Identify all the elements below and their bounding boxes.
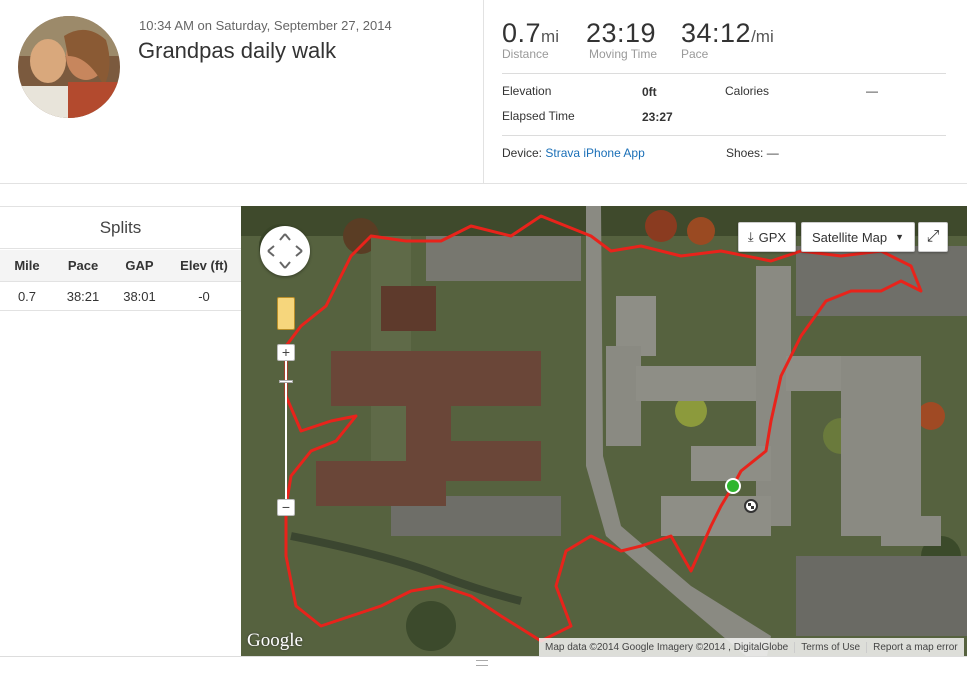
map-type-label: Satellite Map [811, 229, 888, 245]
distance-value: 0.7 [502, 18, 542, 48]
fullscreen-icon: ⤢ [926, 228, 940, 245]
splits-col-pace: Pace [67, 258, 99, 273]
stats-divider [502, 73, 946, 74]
pegman-icon[interactable] [277, 297, 295, 330]
elevation-label: Elevation [502, 84, 552, 98]
activity-page: 10:34 AM on Saturday, September 27, 2014… [0, 0, 967, 676]
pan-arrows-icon [267, 233, 303, 269]
shoes-row: Shoes: — [726, 146, 779, 160]
stat-moving-time: 23:19 Moving Time [586, 18, 657, 61]
activity-header: 10:34 AM on Saturday, September 27, 2014… [0, 0, 967, 184]
fullscreen-button[interactable]: ⤢ [918, 222, 948, 252]
route-map[interactable]: + − ⤓ GPX Satellite Map ▼ ⤢ Google Map d… [241, 206, 967, 656]
splits-col-mile: Mile [14, 258, 40, 273]
calories-label: Calories [725, 84, 770, 98]
splits-panel: Splits Mile Pace GAP Elev (ft) 0.7 38:21… [0, 206, 241, 656]
stat-pace: 34:12/mi Pace [681, 18, 774, 61]
table-row: 0.7 38:21 38:01 -0 [0, 283, 241, 311]
split-mile: 0.7 [17, 289, 37, 304]
distance-label: Distance [502, 47, 549, 61]
gpx-download-button[interactable]: ⤓ GPX [738, 222, 796, 252]
zoom-slider-track[interactable] [285, 344, 287, 504]
splits-col-gap: GAP [125, 258, 154, 273]
pan-control[interactable] [260, 226, 310, 276]
resize-bar[interactable] [0, 656, 967, 676]
split-gap: 38:01 [123, 289, 156, 304]
distance-unit: mi [541, 27, 559, 46]
split-pace: 38:21 [66, 289, 100, 304]
start-marker[interactable] [725, 478, 741, 494]
pace-value: 34:12 [681, 18, 752, 48]
zoom-in-button[interactable]: + [277, 344, 295, 361]
device-label: Device: [502, 146, 543, 160]
splits-header-row: Mile Pace GAP Elev (ft) [0, 250, 241, 282]
stats-panel: 0.7mi Distance 23:19 Moving Time 34:12/m… [483, 0, 967, 184]
pace-label: Pace [681, 47, 709, 61]
shoes-value: — [766, 146, 779, 160]
shoes-label: Shoes: [726, 146, 764, 160]
splits-col-elev: Elev (ft) [180, 258, 228, 273]
stats-divider [502, 135, 946, 136]
athlete-avatar[interactable] [18, 16, 120, 118]
map-type-dropdown[interactable]: Satellite Map ▼ [801, 222, 915, 252]
resize-grip-icon[interactable] [476, 660, 488, 666]
map-attribution-bar: Map data ©2014 Google Imagery ©2014 , Di… [539, 638, 964, 656]
moving-time-value: 23:19 [586, 18, 657, 48]
terms-link[interactable]: Terms of Use [794, 641, 866, 653]
download-icon: ⤓ [747, 229, 754, 244]
zoom-slider-handle[interactable] [279, 380, 293, 383]
zoom-out-button[interactable]: − [277, 499, 295, 516]
elapsed-time-value: 23:27 [642, 110, 673, 124]
caret-down-icon: ▼ [895, 232, 905, 242]
split-elev: -0 [198, 289, 210, 304]
stat-distance: 0.7mi Distance [502, 18, 559, 61]
satellite-imagery [241, 206, 967, 656]
activity-title[interactable]: Grandpas daily walk [138, 38, 336, 64]
activity-datetime: 10:34 AM on Saturday, September 27, 2014 [139, 18, 392, 33]
calories-value: — [866, 84, 878, 98]
google-logo: Google [247, 630, 303, 651]
pace-unit: /mi [751, 27, 774, 46]
moving-time-label: Moving Time [589, 47, 658, 61]
map-attribution: Map data ©2014 Google Imagery ©2014 , Di… [545, 641, 789, 653]
splits-title: Splits [0, 207, 241, 249]
elapsed-time-label: Elapsed Time [502, 109, 575, 123]
report-error-link[interactable]: Report a map error [866, 641, 963, 653]
gpx-label: GPX [758, 229, 787, 245]
device-row: Device: Strava iPhone App [502, 146, 645, 160]
device-link[interactable]: Strava iPhone App [545, 146, 644, 160]
elevation-value: 0ft [642, 85, 657, 99]
